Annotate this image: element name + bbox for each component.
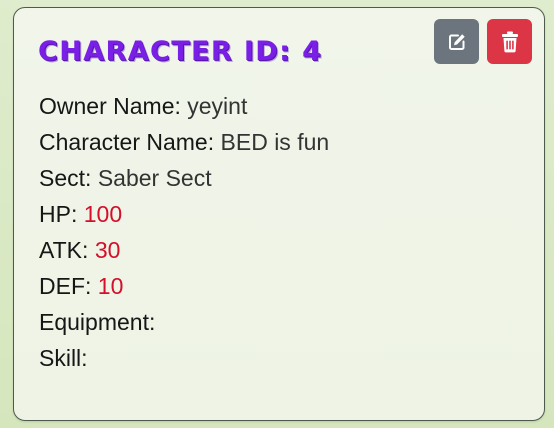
character-details: Owner Name: yeyint Character Name: BED i…	[39, 88, 329, 376]
hp-value: 100	[83, 201, 123, 227]
def-label: DEF:	[39, 273, 92, 299]
card-actions	[434, 19, 532, 64]
page: CHARACTER ID: 4 Owner Name: yeyint Chara…	[0, 0, 554, 428]
owner-name-value: yeyint	[187, 93, 248, 119]
character-card: CHARACTER ID: 4 Owner Name: yeyint Chara…	[13, 7, 545, 421]
atk-row: ATK: 30	[39, 232, 329, 268]
owner-name-label: Owner Name:	[39, 93, 181, 119]
trash-icon	[501, 31, 519, 53]
hp-label: HP:	[39, 201, 78, 227]
character-name-label: Character Name:	[39, 129, 215, 155]
def-value: 10	[97, 273, 124, 299]
hp-row: HP: 100	[39, 196, 329, 232]
card-title: CHARACTER ID: 4	[38, 36, 323, 67]
equipment-row: Equipment:	[39, 304, 329, 340]
equipment-label: Equipment:	[39, 309, 156, 335]
atk-label: ATK:	[39, 237, 89, 263]
sect-row: Sect: Saber Sect	[39, 160, 329, 196]
skill-label: Skill:	[39, 345, 88, 371]
character-name-row: Character Name: BED is fun	[39, 124, 329, 160]
edit-button[interactable]	[434, 19, 479, 64]
atk-value: 30	[94, 237, 121, 263]
character-name-value: BED is fun	[220, 129, 330, 155]
delete-button[interactable]	[487, 19, 532, 64]
edit-icon	[447, 32, 467, 52]
sect-value: Saber Sect	[97, 165, 212, 191]
sect-label: Sect:	[39, 165, 92, 191]
skill-row: Skill:	[39, 340, 329, 376]
def-row: DEF: 10	[39, 268, 329, 304]
owner-name-row: Owner Name: yeyint	[39, 88, 329, 124]
